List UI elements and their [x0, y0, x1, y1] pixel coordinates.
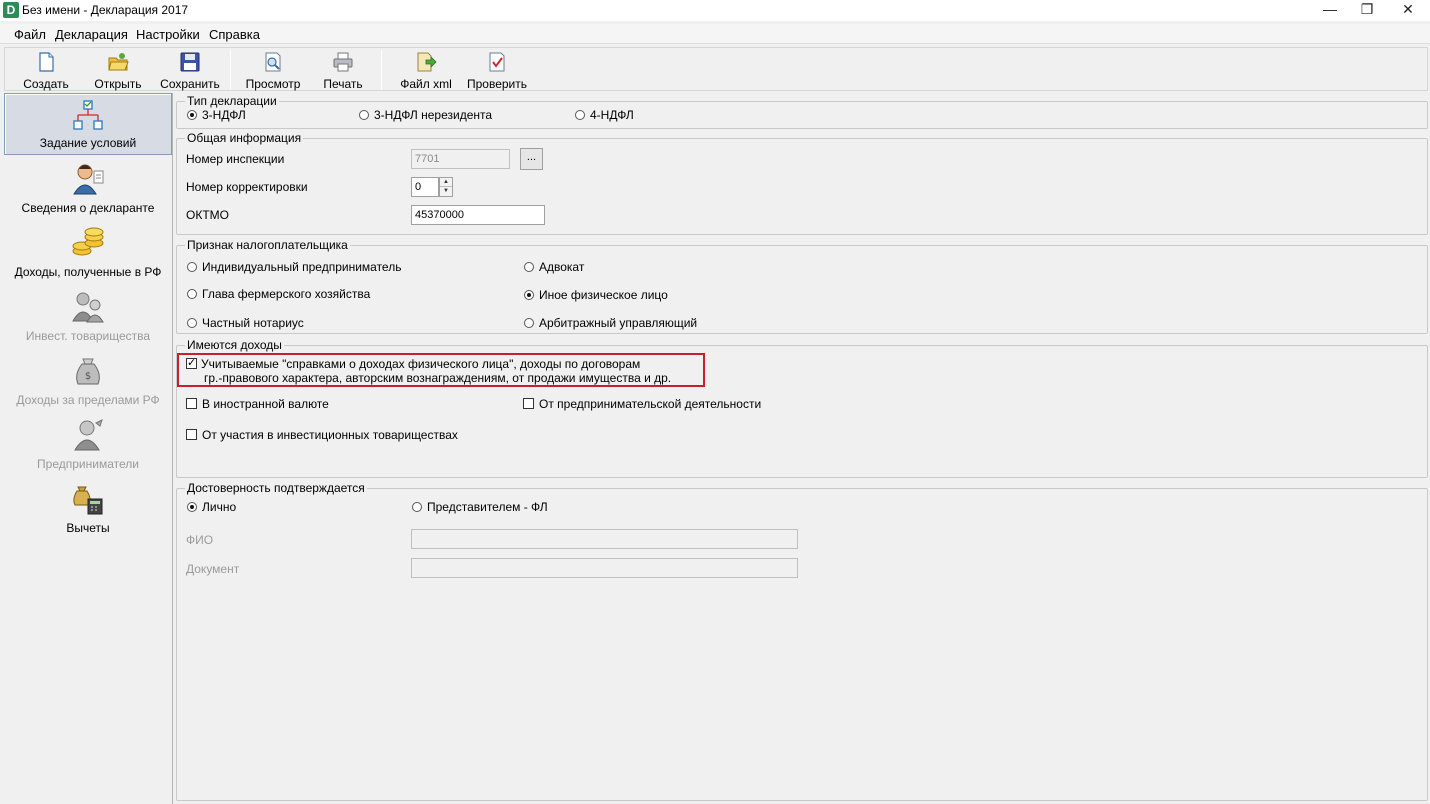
printer-icon: [333, 52, 353, 72]
create-button[interactable]: Создать: [11, 48, 81, 92]
inspection-number-label: Номер инспекции: [186, 152, 285, 166]
radio-lawyer-control[interactable]: [524, 261, 534, 272]
conditions-tree-icon: [73, 100, 103, 130]
title-bar: D Без имени - Декларация 2017 — ❐ ✕: [0, 0, 1430, 21]
main-content: Тип декларации 3-НДФЛ 3-НДФЛ нерезидента…: [172, 93, 1430, 804]
preview-button[interactable]: Просмотр: [237, 48, 309, 92]
menu-file[interactable]: Файл: [14, 27, 46, 42]
incomes-legend: Имеются доходы: [187, 338, 282, 352]
checkbox-entrepreneurial-control[interactable]: [523, 398, 534, 410]
spin-down-icon[interactable]: ▼: [440, 187, 452, 196]
menu-declaration[interactable]: Декларация: [55, 27, 128, 42]
document-label: Документ: [186, 562, 240, 576]
preview-icon: [265, 52, 281, 72]
correction-number-label: Номер корректировки: [186, 180, 308, 194]
oktmo-label: ОКТМО: [186, 208, 229, 222]
sidebar-item-declarant[interactable]: Сведения о декларанте: [4, 157, 172, 219]
save-button[interactable]: Сохранить: [155, 48, 225, 92]
general-info-group: Общая информация: [176, 131, 1428, 235]
entrepreneur-icon: [74, 419, 103, 451]
sidebar: Задание условий Сведения о декларанте До…: [4, 93, 172, 804]
radio-lawyer[interactable]: Адвокат: [524, 259, 584, 274]
menu-bar: Файл Декларация Настройки Справка: [0, 24, 1430, 44]
check-button[interactable]: Проверить: [461, 48, 533, 92]
declaration-type-legend: Тип декларации: [187, 94, 277, 108]
radio-3ndfl-nonresident-control[interactable]: [359, 109, 369, 120]
sidebar-item-conditions[interactable]: Задание условий: [4, 93, 172, 155]
inspection-number-field[interactable]: 7701: [411, 149, 510, 169]
certificate-income-line2: гр.-правового характера, авторским возна…: [204, 371, 672, 385]
toolbar-separator: [230, 50, 231, 90]
correction-number-field[interactable]: 0: [411, 177, 439, 197]
sidebar-item-deductions[interactable]: Вычеты: [4, 477, 172, 539]
xml-file-icon: [417, 52, 437, 72]
window-title: Без имени - Декларация 2017: [22, 3, 189, 17]
radio-personally-control[interactable]: [187, 501, 197, 512]
radio-private-notary-control[interactable]: [187, 317, 197, 328]
radio-representative-control[interactable]: [412, 501, 422, 512]
new-document-icon: [39, 52, 54, 72]
checkbox-investment-partnerships[interactable]: От участия в инвестиционных товарищества…: [186, 427, 458, 442]
radio-farm-head-control[interactable]: [187, 288, 197, 299]
restore-button[interactable]: ❐: [1345, 0, 1389, 21]
investors-icon: [72, 292, 104, 323]
radio-arbitration-manager-control[interactable]: [524, 317, 534, 328]
radio-other-individual-control[interactable]: [524, 289, 534, 300]
radio-personally[interactable]: Лично: [187, 499, 236, 514]
sidebar-item-income-abroad[interactable]: $ Доходы за пределами РФ: [4, 349, 172, 411]
checkbox-foreign-currency-control[interactable]: [186, 398, 197, 410]
sidebar-item-invest-partnerships[interactable]: Инвест. товарищества: [4, 285, 172, 347]
sidebar-item-income-rf[interactable]: Доходы, полученные в РФ: [4, 221, 172, 283]
svg-text:$: $: [85, 371, 91, 382]
reliability-legend: Достоверность подтверждается: [187, 481, 365, 495]
radio-3ndfl[interactable]: 3-НДФЛ: [187, 107, 246, 122]
fio-label: ФИО: [186, 533, 214, 547]
taxpayer-legend: Признак налогоплательщика: [187, 238, 348, 252]
open-folder-icon: [108, 53, 129, 71]
spin-up-icon[interactable]: ▲: [440, 178, 452, 187]
floppy-disk-icon: [180, 52, 200, 72]
radio-farm-head[interactable]: Глава фермерского хозяйства: [187, 286, 370, 301]
check-document-icon: [489, 52, 505, 72]
document-field[interactable]: [411, 558, 798, 578]
coins-icon: [72, 227, 104, 256]
close-button[interactable]: ✕: [1386, 0, 1430, 21]
sidebar-item-entrepreneurs[interactable]: Предприниматели: [4, 413, 172, 475]
person-icon: [73, 164, 104, 195]
money-bag-icon: $: [76, 358, 100, 385]
menu-help[interactable]: Справка: [209, 27, 260, 42]
inspection-browse-button[interactable]: ...: [520, 148, 543, 170]
radio-individual-entrepreneur-control[interactable]: [187, 261, 197, 272]
radio-arbitration-manager[interactable]: Арбитражный управляющий: [524, 315, 697, 330]
radio-3ndfl-control[interactable]: [187, 109, 197, 120]
radio-private-notary[interactable]: Частный нотариус: [187, 315, 304, 330]
correction-number-spinner[interactable]: ▲ ▼: [439, 177, 453, 197]
toolbar-separator: [381, 50, 382, 90]
reliability-group: Достоверность подтверждается: [176, 481, 1428, 801]
radio-4ndfl[interactable]: 4-НДФЛ: [575, 107, 634, 122]
print-button[interactable]: Печать: [313, 48, 373, 92]
radio-other-individual[interactable]: Иное физическое лицо: [524, 287, 668, 302]
checkbox-investment-partnerships-control[interactable]: [186, 429, 197, 441]
open-button[interactable]: Открыть: [85, 48, 151, 92]
radio-representative[interactable]: Представителем - ФЛ: [412, 499, 548, 514]
menu-settings[interactable]: Настройки: [136, 27, 200, 42]
xml-file-button[interactable]: Файл xml: [393, 48, 459, 92]
checkbox-entrepreneurial[interactable]: От предпринимательской деятельности: [523, 396, 761, 411]
fio-field[interactable]: [411, 529, 798, 549]
toolbar: Создать Открыть Сохранить Просмотр Печат…: [4, 47, 1428, 91]
deductions-icon: [73, 486, 103, 515]
oktmo-field[interactable]: 45370000: [411, 205, 545, 225]
checkbox-certificate-income-control[interactable]: [186, 356, 197, 370]
radio-3ndfl-nonresident[interactable]: 3-НДФЛ нерезидента: [359, 107, 492, 122]
radio-4ndfl-control[interactable]: [575, 109, 585, 120]
checkbox-foreign-currency[interactable]: В иностранной валюте: [186, 396, 329, 411]
checkbox-certificate-income[interactable]: Учитываемые "справками о доходах физичес…: [186, 356, 640, 371]
general-info-legend: Общая информация: [187, 131, 302, 145]
app-icon: D: [3, 2, 19, 18]
radio-individual-entrepreneur[interactable]: Индивидуальный предприниматель: [187, 259, 401, 274]
